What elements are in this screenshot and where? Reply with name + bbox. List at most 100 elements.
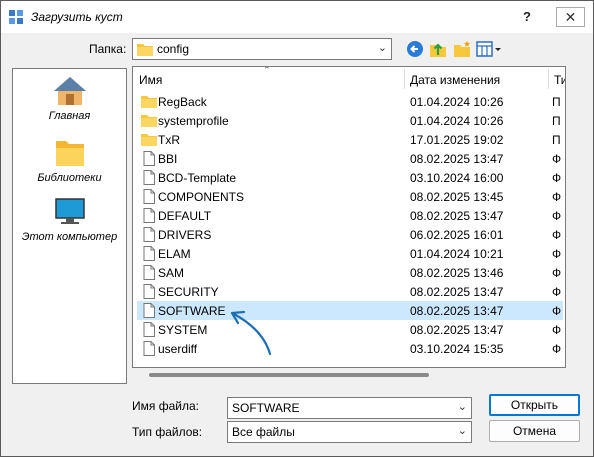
column-date-header[interactable]: Дата изменения	[410, 73, 500, 87]
file-type: Ф	[552, 342, 562, 356]
file-name: SYSTEM	[158, 323, 208, 337]
view-menu-icon[interactable]	[476, 39, 502, 59]
list-item[interactable]: userdiff 03.10.2024 15:35 Ф	[137, 339, 563, 358]
list-item[interactable]: ELAM 01.04.2024 10:21 Ф	[137, 244, 563, 263]
place-label: Библиотеки	[37, 172, 102, 184]
list-item[interactable]: systemprofile 01.04.2024 10:26 П	[137, 111, 563, 130]
title-bar: Загрузить куст ? ✕	[1, 1, 593, 33]
chevron-down-icon: ⌄	[377, 42, 387, 54]
filename-value: SOFTWARE	[232, 401, 300, 415]
file-type: Ф	[552, 323, 562, 337]
file-type: П	[552, 95, 561, 109]
file-name: BCD-Template	[158, 171, 237, 185]
file-icon	[143, 341, 155, 356]
folder-icon	[141, 115, 157, 127]
file-date: 08.02.2025 13:46	[410, 266, 504, 280]
column-divider	[548, 69, 549, 89]
help-button[interactable]: ?	[523, 9, 531, 24]
file-name: SAM	[158, 266, 185, 280]
file-name: ELAM	[158, 247, 191, 261]
file-list[interactable]: ⌃ Имя Дата изменения Ти RegBack 01.04.202…	[132, 66, 566, 368]
file-type: Ф	[552, 152, 562, 166]
chevron-down-icon[interactable]: ⌄	[458, 400, 467, 413]
list-item[interactable]: BCD-Template 03.10.2024 16:00 Ф	[137, 168, 563, 187]
place-label: Этот компьютер	[21, 231, 118, 243]
close-button[interactable]: ✕	[556, 7, 585, 27]
place-home[interactable]: Главная	[13, 75, 126, 122]
list-item[interactable]: BBI 08.02.2025 13:47 Ф	[137, 149, 563, 168]
file-type: Ф	[552, 266, 562, 280]
file-name: RegBack	[158, 95, 207, 109]
places-bar: Главная Библиотеки Этот компьютер	[12, 68, 127, 384]
file-name: SOFTWARE	[158, 304, 226, 318]
column-name-header[interactable]: Имя	[139, 73, 162, 87]
file-icon	[143, 284, 155, 299]
file-icon	[143, 170, 155, 185]
place-label: Главная	[48, 110, 91, 122]
list-item[interactable]: SOFTWARE 08.02.2025 13:47 Ф	[137, 301, 563, 320]
file-date: 08.02.2025 13:47	[410, 285, 504, 299]
file-type: Ф	[552, 190, 562, 204]
list-item[interactable]: SAM 08.02.2025 13:46 Ф	[137, 263, 563, 282]
file-type: Ф	[552, 247, 562, 261]
file-type: П	[552, 114, 561, 128]
folder-dropdown[interactable]: config ⌄	[132, 38, 392, 60]
file-date: 03.10.2024 15:35	[410, 342, 504, 356]
column-type-header[interactable]: Ти	[554, 73, 565, 87]
folder-icon	[141, 96, 157, 108]
cancel-button[interactable]: Отмена	[489, 420, 580, 442]
back-icon[interactable]	[405, 39, 425, 59]
file-type: Ф	[552, 304, 562, 318]
load-hive-dialog: Загрузить куст ? ✕ Папка: config ⌄ Главн…	[0, 0, 594, 457]
file-icon	[143, 322, 155, 337]
annotation-arrow-icon	[230, 310, 272, 356]
file-name: systemprofile	[158, 114, 229, 128]
file-date: 08.02.2025 13:47	[410, 304, 504, 318]
file-icon	[143, 189, 155, 204]
list-item[interactable]: COMPONENTS 08.02.2025 13:45 Ф	[137, 187, 563, 206]
list-item[interactable]: SECURITY 08.02.2025 13:47 Ф	[137, 282, 563, 301]
open-button[interactable]: Открыть	[489, 394, 580, 416]
file-type: Ф	[552, 228, 562, 242]
list-item[interactable]: DRIVERS 06.02.2025 16:01 Ф	[137, 225, 563, 244]
place-libraries[interactable]: Библиотеки	[13, 137, 126, 184]
list-item[interactable]: DEFAULT 08.02.2025 13:47 Ф	[137, 206, 563, 225]
file-icon	[143, 151, 155, 166]
horizontal-scrollbar[interactable]	[149, 373, 429, 377]
file-icon	[143, 246, 155, 261]
filetype-select[interactable]: Все файлы ⌄	[227, 421, 472, 443]
file-date: 08.02.2025 13:47	[410, 152, 504, 166]
place-this-pc[interactable]: Этот компьютер	[13, 196, 126, 243]
file-date: 08.02.2025 13:45	[410, 190, 504, 204]
computer-icon	[54, 198, 85, 224]
filename-label: Имя файла:	[132, 399, 199, 413]
file-date: 06.02.2025 16:01	[410, 228, 504, 242]
folder-icon	[137, 44, 153, 56]
file-name: COMPONENTS	[158, 190, 245, 204]
filename-input[interactable]: SOFTWARE ⌄	[227, 397, 472, 419]
list-item[interactable]: SYSTEM 08.02.2025 13:47 Ф	[137, 320, 563, 339]
filetype-value: Все файлы	[232, 425, 295, 439]
file-date: 17.01.2025 19:02	[410, 133, 504, 147]
registry-app-icon	[9, 10, 23, 24]
window-title: Загрузить куст	[31, 10, 123, 24]
sort-ascending-icon: ⌃	[263, 66, 271, 75]
list-item[interactable]: RegBack 01.04.2024 10:26 П	[137, 92, 563, 111]
folder-value: config	[157, 42, 190, 56]
column-divider	[404, 69, 405, 89]
file-date: 01.04.2024 10:26	[410, 95, 504, 109]
file-icon	[143, 303, 155, 318]
list-item[interactable]: TxR 17.01.2025 19:02 П	[137, 130, 563, 149]
file-type: Ф	[552, 285, 562, 299]
file-name: BBI	[158, 152, 178, 166]
file-icon	[143, 265, 155, 280]
file-name: DRIVERS	[158, 228, 212, 242]
new-folder-icon[interactable]	[452, 39, 472, 59]
up-folder-icon[interactable]	[428, 39, 448, 59]
file-name: DEFAULT	[158, 209, 212, 223]
file-date: 01.04.2024 10:21	[410, 247, 504, 261]
folder-label: Папка:	[89, 42, 127, 56]
home-icon	[53, 77, 86, 105]
filetype-label: Тип файлов:	[132, 425, 203, 439]
file-date: 03.10.2024 16:00	[410, 171, 504, 185]
